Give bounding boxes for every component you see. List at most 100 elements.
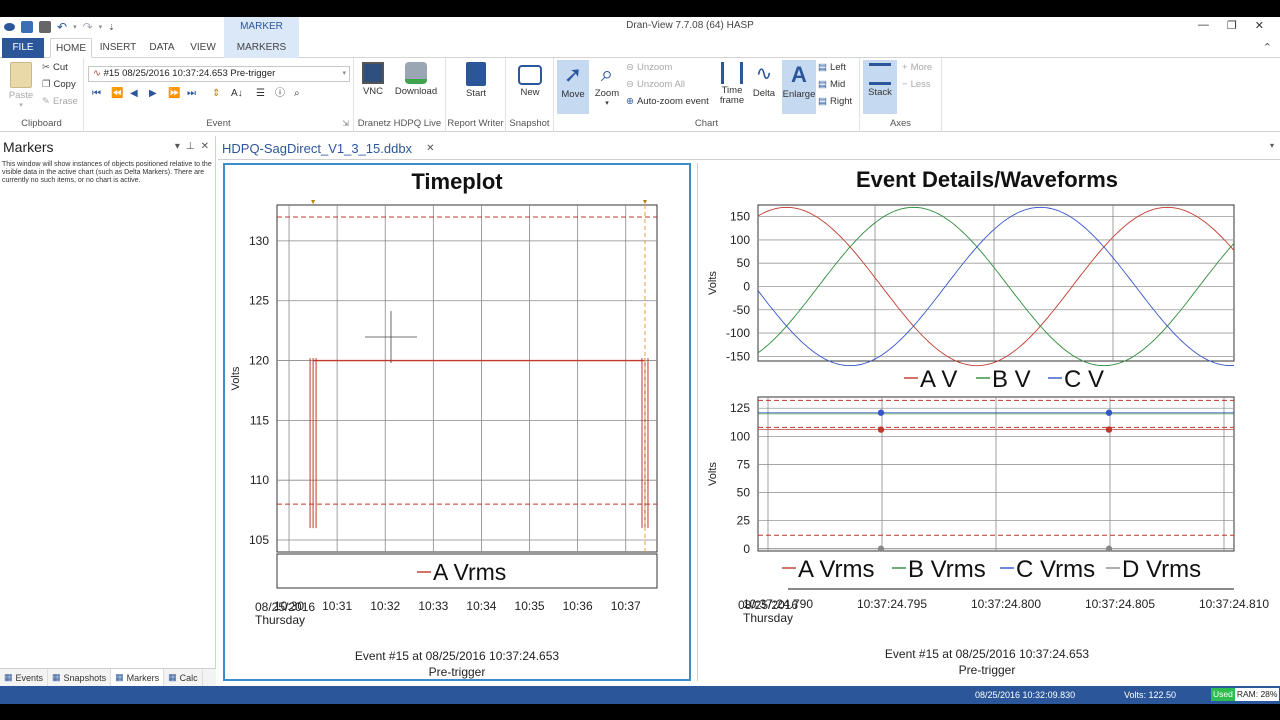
redo-dropdown-icon[interactable]: ▾ bbox=[99, 23, 103, 31]
align-left-icon: ▤ bbox=[818, 62, 827, 73]
undo-icon[interactable]: ↶ bbox=[57, 20, 67, 34]
event-details-panel[interactable]: Event Details/Waveforms 150 100 50 0 -50 -100… bbox=[697, 163, 1275, 681]
redo-icon[interactable]: ↷ bbox=[83, 20, 93, 34]
tab-markers-label: Markers bbox=[126, 672, 160, 683]
erase-button[interactable]: ✎ Erase bbox=[42, 96, 78, 107]
align-left-button[interactable]: ▤ Left bbox=[818, 62, 846, 73]
move-tool-button[interactable]: ➚ Move bbox=[557, 60, 589, 114]
timeplot-x-tick-label: 10:37 bbox=[611, 599, 641, 613]
unzoom-all-button[interactable]: ⊖ Unzoom All bbox=[626, 79, 685, 90]
save-icon[interactable] bbox=[21, 21, 33, 33]
tab-view[interactable]: VIEW bbox=[186, 38, 220, 58]
timeplot-y-tick-label: 130 bbox=[249, 234, 269, 248]
time-frame-label: Time frame bbox=[719, 85, 745, 106]
stack-button[interactable]: Stack bbox=[863, 60, 897, 114]
panel-close-icon[interactable]: ✕ bbox=[201, 141, 209, 152]
magnifier-icon: ⌕ bbox=[600, 61, 614, 86]
timeplot-panel[interactable]: Timeplot 105 110 115 120 125 130 10:30 10:31 10:… bbox=[223, 163, 691, 681]
document-tab[interactable]: HDPQ-SagDirect_V1_3_15.ddbx ✕ bbox=[222, 138, 434, 158]
restore-icon[interactable]: ❐ bbox=[1227, 19, 1237, 32]
tab-events[interactable]: ▦ Events bbox=[0, 669, 49, 686]
delta-label: Delta bbox=[752, 88, 776, 99]
timeplot-x-date-block: 08/25/2016 Thursday bbox=[255, 601, 315, 627]
tab-data[interactable]: DATA bbox=[144, 38, 180, 58]
waveform-y-axis-label: Volts bbox=[707, 271, 719, 295]
last-event-icon[interactable]: ⏭ bbox=[187, 89, 197, 99]
vnc-button[interactable]: VNC bbox=[360, 62, 386, 97]
unzoom-button[interactable]: ⊖ Unzoom bbox=[626, 62, 672, 73]
paste-dropdown-icon: ▾ bbox=[19, 102, 23, 109]
more-axes-button[interactable]: + More bbox=[902, 62, 932, 73]
tab-markers-panel[interactable]: ▦ Markers bbox=[111, 669, 165, 686]
tab-calc[interactable]: ▦ Calc bbox=[164, 669, 203, 686]
chart-group-label: Chart bbox=[694, 118, 719, 129]
event-info-icon[interactable]: ⓘ bbox=[275, 89, 285, 99]
download-button[interactable]: Download bbox=[394, 62, 438, 97]
pin-icon[interactable]: ⊥ bbox=[186, 141, 195, 152]
print-icon[interactable] bbox=[39, 21, 51, 33]
align-mid-button[interactable]: ▤ Mid bbox=[818, 79, 845, 90]
timeplot-legend-label: A Vrms bbox=[433, 559, 506, 585]
cut-button[interactable]: ✂ Cut bbox=[42, 62, 68, 73]
next-page-icon[interactable]: ⏩ bbox=[168, 89, 180, 99]
waveform-legend-label: C V bbox=[1064, 366, 1104, 393]
rms-data-point bbox=[877, 426, 885, 433]
tab-markers[interactable]: MARKERS bbox=[224, 38, 299, 58]
rms-y-axis-label: Volts bbox=[707, 462, 719, 486]
minimize-icon[interactable]: — bbox=[1198, 19, 1209, 32]
minus-icon: − bbox=[902, 79, 908, 90]
rms-data-point bbox=[877, 409, 885, 416]
timeplot-footer-trigger: Pre-trigger bbox=[428, 665, 486, 679]
paste-button[interactable]: Paste ▾ bbox=[6, 62, 36, 109]
sort-az-icon[interactable]: A↓ bbox=[231, 89, 243, 99]
start-report-button[interactable]: Start bbox=[460, 62, 492, 99]
tab-events-label: Events bbox=[15, 672, 44, 683]
auto-zoom-event-button[interactable]: ⊕ Auto-zoom event bbox=[626, 96, 709, 107]
rms-y-tick-label: 75 bbox=[737, 457, 751, 471]
next-event-icon[interactable]: ▶ bbox=[149, 89, 159, 99]
report-writer-group: Start Report Writer bbox=[446, 58, 506, 132]
previous-page-icon[interactable]: ⏪ bbox=[111, 89, 123, 99]
event-dialog-launcher-icon[interactable]: ⇲ bbox=[342, 119, 349, 128]
start-label: Start bbox=[465, 88, 487, 99]
scissors-icon: ✂ bbox=[42, 62, 50, 73]
first-event-icon[interactable]: ⏮ bbox=[92, 89, 102, 99]
ribbon-collapse-icon[interactable]: ⌃ bbox=[1263, 41, 1272, 54]
timeplot-y-tick-label: 125 bbox=[249, 294, 269, 308]
event-footer-event: Event #15 at 08/25/2016 10:37:24.653 bbox=[884, 647, 1090, 661]
document-list-dropdown-icon[interactable]: ▾ bbox=[1270, 141, 1274, 150]
timeplot-y-axis-label: Volts bbox=[230, 366, 242, 390]
tab-file[interactable]: FILE bbox=[2, 38, 44, 58]
more-label: More bbox=[910, 62, 933, 73]
waveform-y-tick-label: -150 bbox=[726, 349, 750, 363]
app-eye-icon[interactable] bbox=[4, 23, 15, 31]
less-axes-button[interactable]: − Less bbox=[902, 79, 931, 90]
document-tab-close-icon[interactable]: ✕ bbox=[426, 143, 434, 154]
time-frame-button[interactable]: Time frame bbox=[716, 62, 748, 106]
filter-list-icon[interactable]: ☰ bbox=[256, 89, 266, 99]
axes-group: Stack + More − Less Axes bbox=[860, 58, 942, 132]
panel-dropdown-icon[interactable]: ▾ bbox=[175, 141, 180, 152]
new-snapshot-button[interactable]: New bbox=[514, 62, 546, 98]
tab-insert[interactable]: INSERT bbox=[98, 38, 138, 58]
event-selector[interactable]: ∿ #15 08/25/2016 10:37:24.653 Pre-trigge… bbox=[88, 66, 350, 82]
align-right-button[interactable]: ▤ Right bbox=[818, 96, 852, 107]
find-icon[interactable]: ⌕ bbox=[294, 89, 304, 99]
rms-y-tick-label: 50 bbox=[737, 486, 751, 500]
download-label: Download bbox=[394, 86, 438, 97]
waveform-y-tick-label: -100 bbox=[726, 326, 750, 340]
tab-home[interactable]: HOME bbox=[50, 38, 92, 58]
auto-zoom-label: Auto-zoom event bbox=[636, 96, 709, 107]
sort-icon[interactable]: ⇕ bbox=[212, 89, 222, 99]
zoom-button[interactable]: ⌕ Zoom ▾ bbox=[592, 61, 622, 108]
close-icon[interactable]: ✕ bbox=[1255, 19, 1264, 32]
undo-dropdown-icon[interactable]: ▾ bbox=[73, 23, 77, 31]
delta-button[interactable]: ∿ Delta bbox=[750, 62, 778, 99]
copy-button[interactable]: ❐ Copy bbox=[42, 79, 76, 90]
side-panel-tabs: ▦ Events ▦ Snapshots ▦ Markers ▦ Calc bbox=[0, 668, 216, 686]
tab-snapshots[interactable]: ▦ Snapshots bbox=[48, 669, 112, 686]
customize-qat-icon[interactable]: ⇣ bbox=[108, 23, 115, 32]
enlarge-button[interactable]: A Enlarge bbox=[782, 60, 816, 114]
previous-event-icon[interactable]: ◀ bbox=[130, 89, 140, 99]
rms-y-tick-label: 100 bbox=[730, 429, 750, 443]
